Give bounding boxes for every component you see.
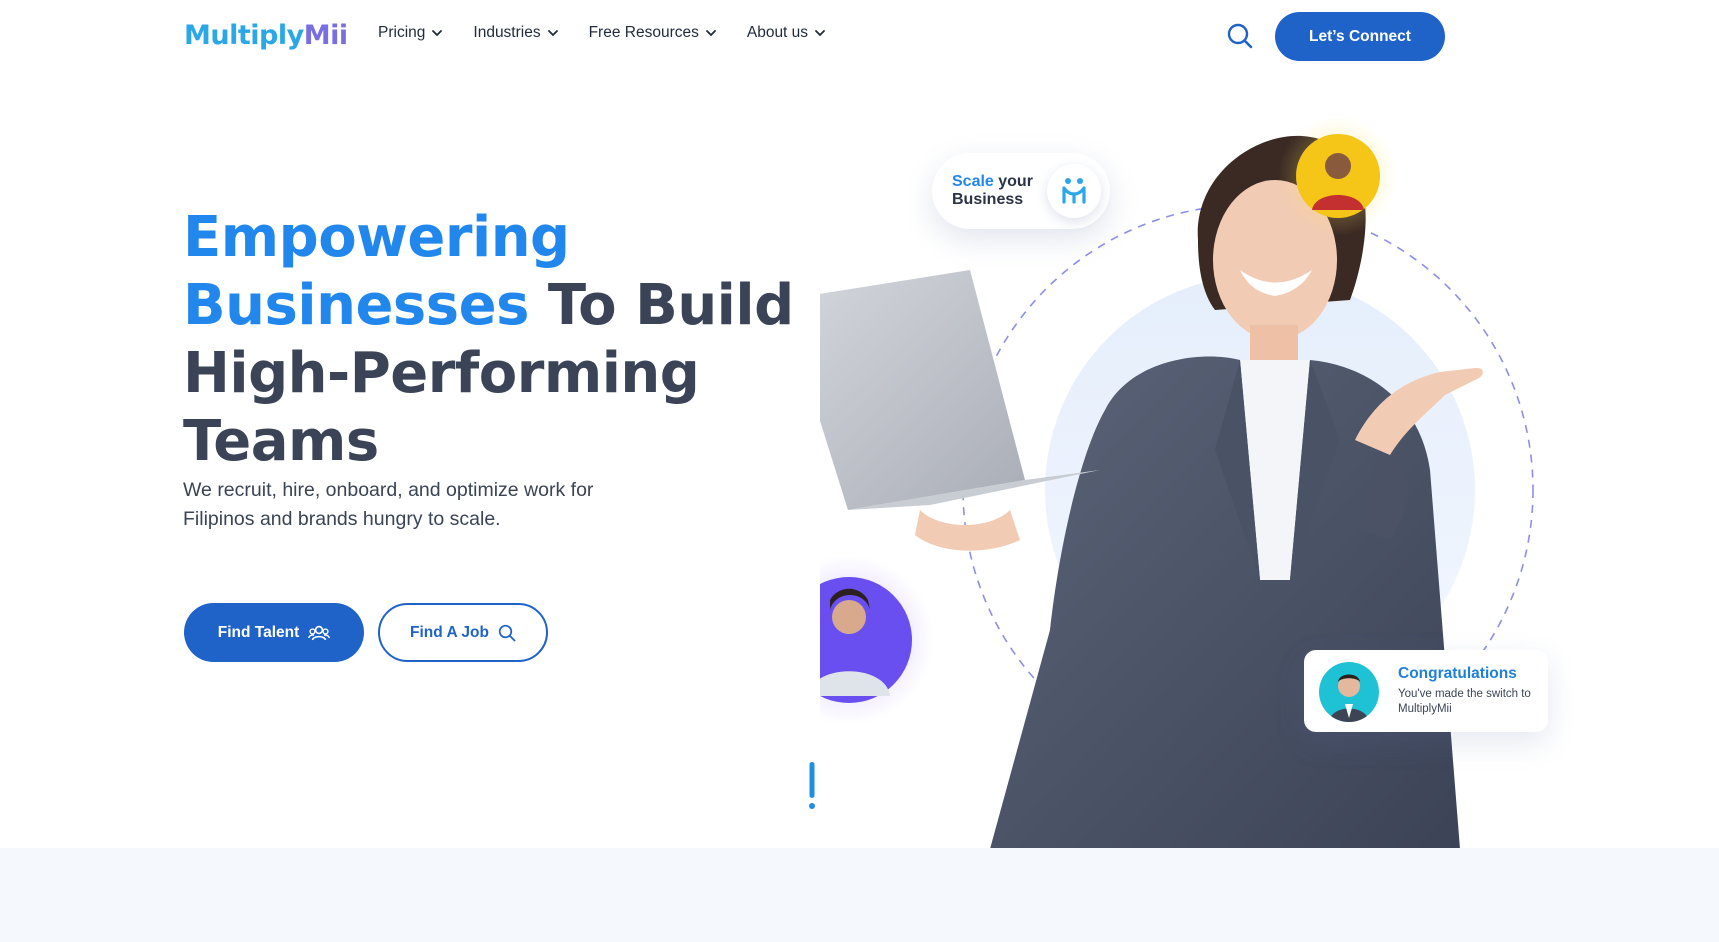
chevron-down-icon — [547, 30, 558, 37]
logo[interactable]: MultiplyMii — [184, 18, 348, 52]
nav-item-label: About us — [746, 24, 809, 41]
search-icon[interactable] — [1226, 22, 1254, 50]
scroll-indicator-icon — [809, 762, 815, 809]
users-icon — [308, 625, 331, 640]
nav-item-free-resources[interactable]: Free Resources — [589, 24, 717, 42]
hero-title-part-3: Teams — [183, 409, 379, 474]
hero-title-part-2: High-Performing — [183, 341, 700, 406]
find-a-job-button[interactable]: Find A Job — [378, 603, 548, 662]
next-section-band — [0, 848, 1719, 942]
scale-word: Scale — [952, 173, 994, 190]
mii-logo-icon — [1047, 164, 1101, 218]
nav-item-industries[interactable]: Industries — [473, 24, 558, 42]
nav-item-label: Pricing — [378, 24, 426, 41]
nav-item-about-us[interactable]: About us — [747, 24, 826, 42]
hero-illustration — [820, 116, 1534, 849]
logo-text-multiply: Multiply — [184, 19, 304, 51]
hero-title-part-1: To Build — [528, 273, 794, 338]
nav-item-pricing[interactable]: Pricing — [378, 24, 443, 42]
hero-subtitle: We recruit, hire, onboard, and optimize … — [183, 479, 594, 530]
congratulations-message: You've made the switch to MultiplyMii — [1398, 688, 1531, 715]
chevron-down-icon — [432, 30, 443, 37]
hero-title-highlight-2: Businesses — [183, 273, 529, 338]
lets-connect-button[interactable]: Let’s Connect — [1275, 12, 1445, 61]
congratulations-card: Congratulations You've made the switch t… — [1304, 650, 1548, 732]
scale-business-text: Scale your Business — [952, 173, 1033, 209]
chevron-down-icon — [815, 30, 825, 37]
scale-business-badge: Scale your Business — [932, 153, 1110, 229]
main-nav: Pricing Industries Free Resources About … — [378, 24, 826, 42]
business-word: Business — [952, 191, 1024, 208]
site-header: MultiplyMii Pricing Industries Free Reso… — [0, 0, 1719, 72]
find-talent-button[interactable]: Find Talent — [184, 603, 364, 662]
chevron-down-icon — [705, 30, 716, 37]
find-a-job-label: Find A Job — [410, 623, 489, 641]
avatar — [1319, 662, 1379, 722]
hero-title-highlight-1: Empowering — [183, 205, 570, 270]
nav-item-label: Industries — [473, 24, 541, 41]
hero-title: Empowering Businesses To Build High-Perf… — [183, 204, 803, 476]
search-icon — [498, 624, 516, 641]
congratulations-title: Congratulations — [1398, 665, 1517, 682]
find-talent-label: Find Talent — [217, 623, 300, 641]
your-word: your — [993, 173, 1033, 190]
nav-item-label: Free Resources — [588, 24, 699, 41]
logo-text-mii: Mii — [303, 19, 348, 51]
